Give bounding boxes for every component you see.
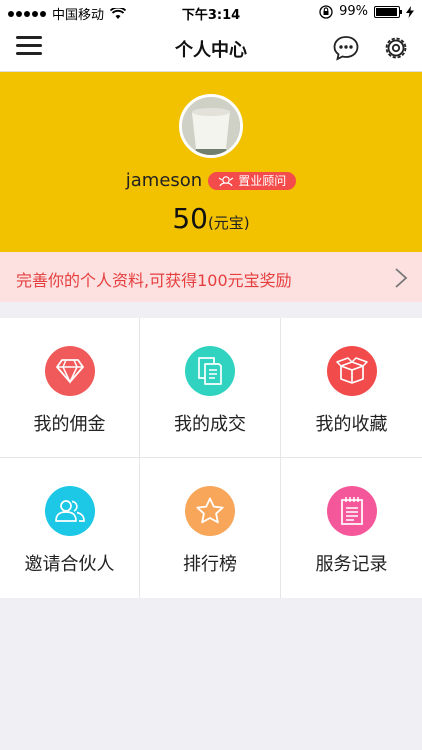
gear-icon	[385, 37, 407, 59]
banner-text: 完善你的个人资料,可获得100元宝奖励	[16, 271, 292, 290]
grid-item-commission[interactable]: 我的佣金	[0, 318, 140, 458]
charging-icon	[406, 5, 414, 18]
avatar[interactable]	[179, 94, 243, 158]
battery-percent: 99%	[339, 4, 368, 19]
people-icon	[44, 486, 95, 536]
role-badge: 置业顾问	[208, 171, 297, 190]
advisor-icon	[218, 175, 234, 186]
diamond-icon	[44, 346, 95, 396]
chat-button[interactable]	[332, 34, 360, 62]
balance-unit: (元宝)	[207, 214, 250, 232]
grid-item-leaderboard[interactable]: 排行榜	[140, 458, 281, 598]
profile-header: jameson 置业顾问 50(元宝)	[0, 72, 422, 252]
grid-item-label: 我的收藏	[315, 414, 388, 435]
avatar-photo	[182, 97, 240, 155]
grid-item-service-records[interactable]: 服务记录	[281, 458, 422, 598]
grid-item-deals[interactable]: 我的成交	[140, 318, 281, 458]
balance: 50(元宝)	[0, 202, 422, 235]
username: jameson	[125, 170, 203, 191]
balance-value: 50	[172, 202, 208, 235]
role-badge-label: 置业顾问	[238, 174, 287, 188]
feature-grid: 我的佣金 我的成交 我的收藏 邀请合伙人 排行榜 服务记录	[0, 318, 422, 598]
chevron-right-icon	[395, 268, 408, 288]
star-icon	[185, 486, 235, 536]
status-bar: 中国移动 下午3:14 99%	[0, 0, 422, 24]
chat-icon	[333, 36, 359, 61]
grid-item-favorites[interactable]: 我的收藏	[281, 318, 422, 458]
nav-bar: 个人中心	[0, 24, 422, 72]
documents-icon	[185, 346, 235, 396]
orientation-lock-icon	[319, 4, 333, 19]
grid-item-label: 我的成交	[174, 414, 246, 435]
grid-item-label: 邀请合伙人	[24, 554, 115, 575]
grid-item-label: 服务记录	[315, 554, 388, 575]
grid-item-invite-partner[interactable]: 邀请合伙人	[0, 458, 140, 598]
grid-item-label: 我的佣金	[33, 414, 106, 435]
profile-completion-banner[interactable]: 完善你的个人资料,可获得100元宝奖励	[0, 252, 422, 302]
notepad-icon	[326, 486, 377, 536]
settings-button[interactable]	[382, 34, 410, 62]
box-icon	[326, 346, 377, 396]
grid-item-label: 排行榜	[183, 554, 237, 575]
battery-icon	[374, 5, 402, 18]
